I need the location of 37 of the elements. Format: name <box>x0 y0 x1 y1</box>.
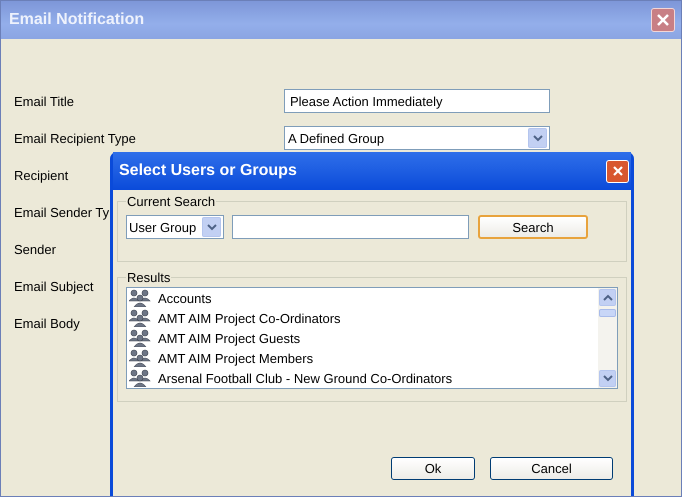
field-label: Sender <box>14 242 56 256</box>
group-label: Current Search <box>126 194 216 209</box>
dialog-button[interactable]: Cancel <box>490 457 613 480</box>
scrollbar[interactable] <box>598 288 617 388</box>
chevron-down-icon <box>532 134 542 142</box>
field-label: Email Body <box>14 316 80 330</box>
field-label: Email Title <box>14 94 74 108</box>
group-label: Results <box>126 270 172 285</box>
chevron-up-icon <box>602 294 612 301</box>
field-label: Email Sender Ty <box>14 204 110 220</box>
type-dropdown[interactable]: User Group <box>126 215 224 239</box>
close-icon <box>612 165 624 177</box>
group-icon <box>129 289 151 307</box>
list-item[interactable]: AMT AIM Project Co-Ordinators <box>158 310 341 326</box>
group-icon <box>129 369 151 387</box>
field-label: Email Subject <box>14 278 94 294</box>
list-item[interactable]: AMT AIM Project Members <box>158 350 314 366</box>
window-title: Email Notification <box>9 11 144 29</box>
field-label: Email Recipient Type <box>14 130 136 146</box>
search-button[interactable]: Search <box>478 215 588 239</box>
list-item[interactable]: Arsenal Football Club - New Ground Co-Ordinators <box>158 370 452 386</box>
text-field[interactable]: Please Action Immediately <box>284 89 550 113</box>
dropdown[interactable]: A Defined Group <box>284 126 550 150</box>
group-icon <box>129 309 151 327</box>
list-item[interactable]: AMT AIM Project Guests <box>158 330 300 346</box>
chevron-down-icon <box>602 375 612 382</box>
chevron-down-icon <box>206 223 216 231</box>
scrollbar-thumb[interactable] <box>599 309 616 317</box>
dialog-title: Select Users or Groups <box>119 162 297 180</box>
dialog-button[interactable]: Ok <box>391 457 475 480</box>
close-icon <box>656 13 670 27</box>
search-field[interactable] <box>232 215 469 239</box>
group-icon <box>129 329 151 347</box>
close-button[interactable] <box>651 8 675 32</box>
list-item[interactable]: Accounts <box>158 290 212 306</box>
group-icon <box>129 349 151 367</box>
field-label: Recipient <box>14 168 68 182</box>
